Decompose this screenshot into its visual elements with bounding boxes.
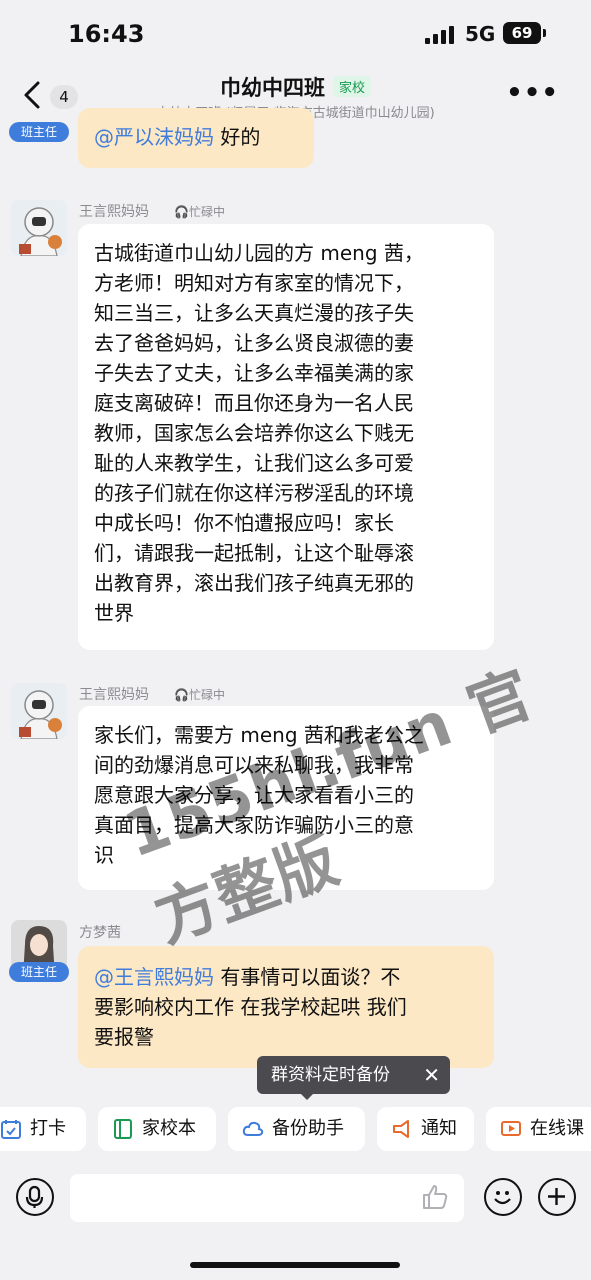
message-bubble[interactable]: @王言熙妈妈 有事情可以面谈？不 要影响校内工作 在我学校起哄 我们 要报警 [78, 946, 494, 1068]
user-status: 🎧忙碌中 [174, 686, 225, 703]
status-text: 忙碌中 [188, 688, 225, 702]
plus-icon[interactable] [538, 1178, 576, 1216]
calendar-check-icon [1, 1120, 21, 1139]
megaphone-icon [393, 1120, 409, 1138]
sender-name: 方梦茜 [79, 925, 121, 941]
tool-online-class[interactable]: 在线课 [486, 1107, 591, 1151]
busy-icon: 🎧 [174, 688, 189, 702]
tool-checkin[interactable]: 打卡 [0, 1107, 86, 1151]
sender-name: 王言熙妈妈 [79, 204, 149, 220]
tool-notice[interactable]: 通知 [377, 1107, 474, 1151]
message-bubble[interactable]: 古城街道巾山幼儿园的方 meng 茜， 方老师！明知对方有家室的情况下， 知三当… [78, 224, 494, 650]
group-name: 巾幼中四班 [219, 76, 325, 100]
message-text: 好的 [214, 125, 261, 149]
quick-toolbar: 打卡 家校本 备份助手 通知 在线课 [0, 1107, 591, 1151]
tool-homework[interactable]: 家校本 [98, 1107, 216, 1151]
cloud-icon [242, 1121, 264, 1136]
close-icon[interactable]: ✕ [423, 1056, 440, 1094]
busy-icon: 🎧 [174, 205, 189, 219]
backup-tooltip: 群资料定时备份 ✕ [257, 1056, 450, 1094]
tool-backup-helper[interactable]: 备份助手 [228, 1107, 365, 1151]
mention-link[interactable]: @王言熙妈妈 [94, 965, 214, 989]
avatar[interactable] [11, 683, 67, 739]
battery-icon: 69 [503, 22, 541, 44]
notebook-icon [114, 1119, 132, 1139]
emoji-icon[interactable] [484, 1178, 522, 1216]
sender-name: 王言熙妈妈 [79, 687, 149, 703]
tooltip-text: 群资料定时备份 [271, 1065, 390, 1085]
role-badge-teacher: 班主任 [9, 122, 69, 142]
message-input[interactable] [70, 1174, 464, 1222]
message-bubble[interactable]: 家长们，需要方 meng 茜和我老公之 间的劲爆消息可以来私聊我，我非常 愿意跟… [78, 706, 494, 890]
network-type: 5G [465, 22, 496, 46]
role-badge-teacher: 班主任 [9, 962, 69, 982]
tool-label: 家校本 [142, 1118, 196, 1139]
thumbs-up-icon[interactable] [420, 1182, 450, 1212]
more-options-icon[interactable]: ••• [506, 78, 559, 108]
voice-icon[interactable] [16, 1178, 54, 1216]
group-title[interactable]: 巾幼中四班 家校 [0, 72, 591, 102]
home-indicator [190, 1262, 400, 1268]
status-text: 忙碌中 [188, 205, 225, 219]
user-status: 🎧忙碌中 [174, 203, 225, 220]
status-bar: 16:43 5G 69 [0, 0, 591, 64]
video-class-icon [501, 1121, 521, 1136]
tool-label: 打卡 [30, 1118, 66, 1139]
group-type-tag: 家校 [332, 76, 371, 97]
tool-label: 通知 [421, 1118, 457, 1139]
battery-tip [543, 29, 546, 37]
status-time: 16:43 [68, 20, 145, 48]
signal-icon [425, 26, 455, 44]
tooltip-arrow [300, 1093, 314, 1100]
avatar[interactable] [11, 200, 67, 256]
tool-label: 在线课 [530, 1118, 584, 1139]
message-bubble[interactable]: @严以沫妈妈 好的 [78, 108, 314, 168]
mention-link[interactable]: @严以沫妈妈 [94, 125, 214, 149]
tool-label: 备份助手 [272, 1118, 344, 1139]
